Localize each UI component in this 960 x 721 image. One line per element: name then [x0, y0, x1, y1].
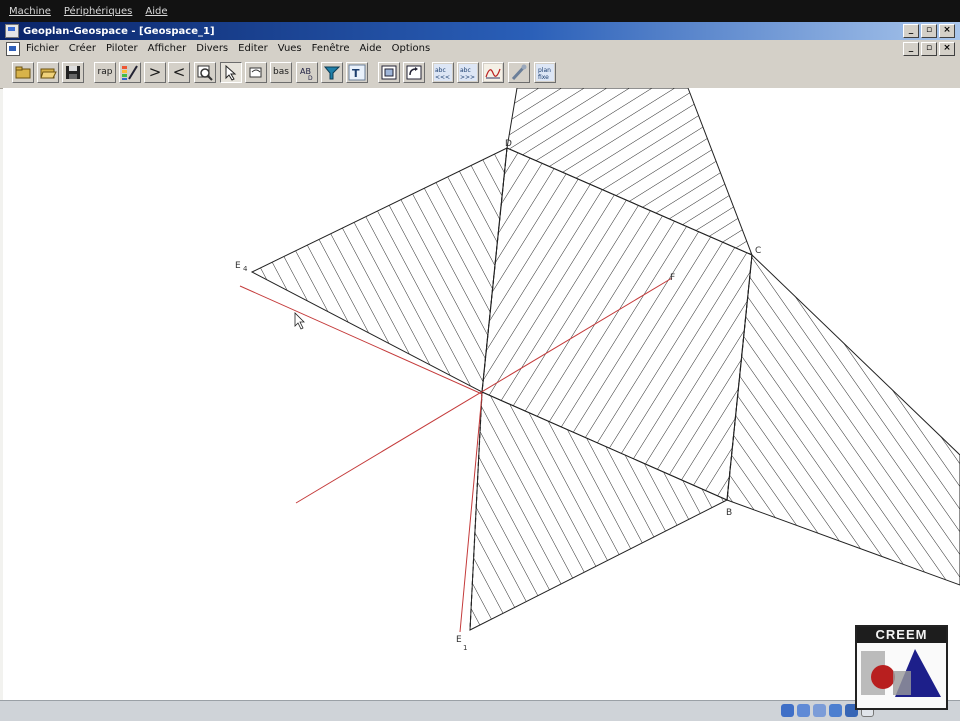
bas-label: bas — [273, 67, 289, 77]
menu-aide[interactable]: Aide — [359, 43, 381, 54]
document-icon[interactable] — [6, 41, 20, 56]
angle-1-icon[interactable]: abc <<< — [432, 62, 454, 83]
curve-icon[interactable] — [482, 62, 504, 83]
view-3d-icon[interactable] — [378, 62, 400, 83]
mdi-restore-icon[interactable]: ▫ — [921, 42, 937, 56]
app-menubar: Fichier Créer Piloter Afficher Divers Ed… — [0, 40, 960, 57]
plan-button[interactable]: plan fixe — [534, 62, 556, 83]
restore-icon[interactable]: ▫ — [921, 24, 937, 38]
bas-button[interactable]: bas — [270, 62, 292, 83]
svg-text:<<<: <<< — [435, 74, 450, 81]
mdi-close-icon[interactable]: × — [939, 42, 955, 56]
menu-piloter[interactable]: Piloter — [106, 43, 138, 54]
menu-editer[interactable]: Editer — [238, 43, 268, 54]
tool-icon[interactable] — [508, 62, 530, 83]
svg-text:fixe: fixe — [538, 74, 549, 81]
less-label: < — [172, 63, 186, 81]
window-titlebar[interactable]: Geoplan-Geospace - [Geospace_1] _ ▫ × — [0, 22, 960, 40]
svg-text:plan: plan — [538, 67, 551, 74]
pointer-tool-icon[interactable] — [220, 62, 242, 83]
close-icon[interactable]: × — [939, 24, 955, 38]
tray-folder-icon[interactable] — [829, 704, 842, 717]
zoom-icon[interactable] — [194, 62, 216, 83]
label-point-f: F — [670, 273, 675, 283]
vm-menu-machine[interactable]: Machine — [9, 6, 51, 17]
color-pen-icon[interactable] — [119, 62, 141, 83]
open-icon[interactable] — [12, 62, 34, 83]
vm-menu-peripheriques[interactable]: Périphériques — [64, 6, 133, 17]
creem-logo-text: CREEM — [857, 627, 946, 643]
menu-fichier[interactable]: Fichier — [26, 43, 59, 54]
menu-divers[interactable]: Divers — [196, 43, 228, 54]
svg-text:abc: abc — [435, 67, 446, 74]
menu-options[interactable]: Options — [392, 43, 431, 54]
face-left — [250, 147, 508, 393]
label-tool-icon[interactable]: AB D — [296, 62, 318, 83]
svg-text:abc: abc — [460, 67, 471, 74]
vm-menubar: Machine Périphériques Aide — [0, 0, 960, 22]
save-icon[interactable] — [62, 62, 84, 83]
menu-fenetre[interactable]: Fenêtre — [312, 43, 350, 54]
tray-usb-icon[interactable] — [813, 704, 826, 717]
vm-menu-aide[interactable]: Aide — [145, 6, 167, 17]
toolbar: rap > < bas AB D T abc <<< abc >>> plan fixe — [0, 57, 960, 89]
creem-logo-art — [861, 649, 941, 697]
rap-label: rap — [97, 67, 113, 77]
mdi-minimize-icon[interactable]: _ — [903, 42, 919, 56]
app-icon — [5, 24, 19, 38]
geometry-figure: D C E 4 E 1 B F — [235, 88, 960, 652]
label-point-c: C — [755, 246, 761, 256]
label-point-e1-sub: 1 — [463, 644, 467, 652]
creem-logo: CREEM — [855, 625, 948, 710]
angle-2-icon[interactable]: abc >>> — [457, 62, 479, 83]
tray-network-icon[interactable] — [797, 704, 810, 717]
label-point-e4: E — [235, 261, 241, 271]
minimize-icon[interactable]: _ — [903, 24, 919, 38]
statusbar — [0, 700, 960, 721]
drawing-canvas[interactable]: D C E 4 E 1 B F — [3, 88, 960, 700]
label-point-b: B — [726, 508, 732, 518]
open-folder-icon[interactable] — [37, 62, 59, 83]
svg-text:>>>: >>> — [460, 74, 475, 81]
cursor-tool-icon[interactable] — [321, 62, 343, 83]
label-point-e4-sub: 4 — [243, 265, 248, 273]
greater-label: > — [148, 63, 162, 81]
window-title: Geoplan-Geospace - [Geospace_1] — [23, 25, 215, 37]
label-point-e1: E — [456, 635, 462, 645]
label-point-d: D — [505, 139, 512, 149]
refresh-icon[interactable] — [403, 62, 425, 83]
greater-icon[interactable]: > — [144, 62, 166, 83]
menu-vues[interactable]: Vues — [278, 43, 302, 54]
rotate-tool-icon[interactable] — [245, 62, 267, 83]
text-tool-icon[interactable]: T — [346, 62, 368, 83]
svg-text:D: D — [308, 75, 313, 82]
less-icon[interactable]: < — [168, 62, 190, 83]
menu-afficher[interactable]: Afficher — [148, 43, 187, 54]
mouse-cursor-icon — [294, 312, 305, 330]
rap-button[interactable]: rap — [94, 62, 116, 83]
svg-text:T: T — [352, 67, 360, 80]
face-right — [726, 253, 960, 586]
tray-disk-icon[interactable] — [781, 704, 794, 717]
menu-creer[interactable]: Créer — [69, 43, 96, 54]
